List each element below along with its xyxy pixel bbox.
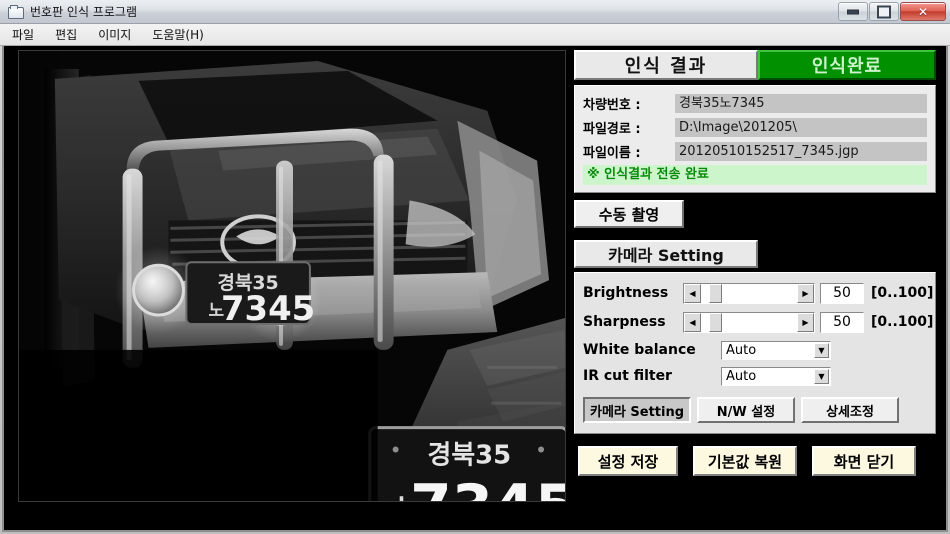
white-balance-label: White balance [583,342,696,358]
sharpness-thumb[interactable] [708,312,722,332]
tab-network-setting[interactable]: N/W 설정 [697,397,795,423]
field-row-file-path: 파일경로 : D:\Image\201205\ [583,117,927,138]
sharpness-decrease-icon[interactable]: ◀ [684,312,701,332]
save-settings-button[interactable]: 설정 저장 [578,446,678,476]
client-area: 차량 전면 흑백 영상 - 번호판 경북35 노 7345 [2,46,948,532]
window-controls: ✕ [837,2,946,21]
restore-defaults-button[interactable]: 기본값 복원 [693,446,797,476]
right-panel: 인식 결과 인식완료 차량번호 : 경북35노7345 파일경로 : D:\Im… [574,50,936,528]
menu-item-help[interactable]: 도움말(H) [143,24,213,45]
footer-button-row: 설정 저장 기본값 복원 화면 닫기 [574,446,936,476]
settings-tab-row: 카메라 Setting N/W 설정 상세조정 [583,397,927,423]
manual-capture-button[interactable]: 수동 촬영 [574,200,684,228]
file-name-value: 20120510152517_7345.jgp [675,142,927,161]
slider-row-sharpness: Sharpness ◀ ▶ 50 [0..100] [583,310,933,334]
close-button[interactable]: ✕ [900,2,946,21]
chevron-down-icon[interactable]: ▼ [814,342,829,358]
brightness-value[interactable]: 50 [820,282,864,304]
close-screen-button[interactable]: 화면 닫기 [812,446,916,476]
ir-cut-filter-label: IR cut filter [583,368,672,384]
svg-text:7345: 7345 [410,473,565,501]
dropdown-row-ir-cut-filter: IR cut filter Auto ▼ [583,365,927,387]
ir-cut-filter-value: Auto [726,368,757,384]
brightness-increase-icon[interactable]: ▶ [797,283,814,303]
brightness-range: [0..100] [871,285,934,301]
field-row-plate-number: 차량번호 : 경북35노7345 [583,93,927,114]
window-title: 번호판 인식 프로그램 [30,5,137,19]
sharpness-value[interactable]: 50 [820,311,864,333]
brightness-label: Brightness [583,285,669,301]
camera-setting-title: 카메라 Setting [574,240,758,268]
application-window: 번호판 인식 프로그램 ✕ 파일 편집 이미지 도움말(H) 차량 전면 흑백 … [0,0,950,534]
recognition-result-title: 인식 결과 [574,50,758,80]
white-balance-select[interactable]: Auto ▼ [721,340,831,360]
tab-detailed-adjust[interactable]: 상세조정 [801,397,899,423]
vehicle-image: 경북35 노 7345 경북35 노 7345 [19,51,565,501]
brightness-decrease-icon[interactable]: ◀ [684,283,701,303]
chevron-down-icon[interactable]: ▼ [814,368,829,384]
sharpness-range: [0..100] [871,314,934,330]
sharpness-label: Sharpness [583,314,666,330]
close-icon: ✕ [917,4,929,19]
minimize-button[interactable] [838,2,868,21]
file-name-label: 파일이름 : [583,146,641,161]
slider-row-brightness: Brightness ◀ ▶ 50 [0..100] [583,281,933,305]
file-path-label: 파일경로 : [583,122,641,137]
sharpness-slider[interactable]: ◀ ▶ [683,311,815,333]
dropdown-row-white-balance: White balance Auto ▼ [583,339,927,361]
menu-item-file[interactable]: 파일 [3,24,43,45]
recognition-header-row: 인식 결과 인식완료 [574,50,936,80]
folder-icon [8,4,24,19]
menu-bar: 파일 편집 이미지 도움말(H) [0,24,950,46]
transmission-status-note: ※ 인식결과 전송 완료 [583,165,927,185]
brightness-thumb[interactable] [708,283,722,303]
brightness-slider[interactable]: ◀ ▶ [683,282,815,304]
title-bar: 번호판 인식 프로그램 ✕ [0,0,950,24]
sharpness-increase-icon[interactable]: ▶ [797,312,814,332]
sharpness-track[interactable] [701,312,797,332]
camera-setting-panel: Brightness ◀ ▶ 50 [0..100] Sharpness ◀ ▶… [574,272,936,434]
brightness-track[interactable] [701,283,797,303]
file-path-value: D:\Image\201205\ [675,118,927,137]
menu-item-edit[interactable]: 편집 [46,24,86,45]
white-balance-value: Auto [726,342,757,358]
svg-text:7345: 7345 [221,289,315,328]
plate-number-label: 차량번호 : [583,98,641,113]
video-preview[interactable]: 차량 전면 흑백 영상 - 번호판 경북35 노 7345 [18,50,566,502]
tab-camera-setting[interactable]: 카메라 Setting [583,397,691,423]
status-badge: 인식완료 [758,50,936,80]
maximize-button[interactable] [869,2,899,21]
plate-number-value: 경북35노7345 [675,94,927,113]
svg-text:경북35: 경북35 [428,440,512,470]
field-row-file-name: 파일이름 : 20120510152517_7345.jgp [583,141,927,162]
ir-cut-filter-select[interactable]: Auto ▼ [721,366,831,386]
menu-item-image[interactable]: 이미지 [89,24,140,45]
recognition-result-panel: 차량번호 : 경북35노7345 파일경로 : D:\Image\201205\… [574,85,936,193]
